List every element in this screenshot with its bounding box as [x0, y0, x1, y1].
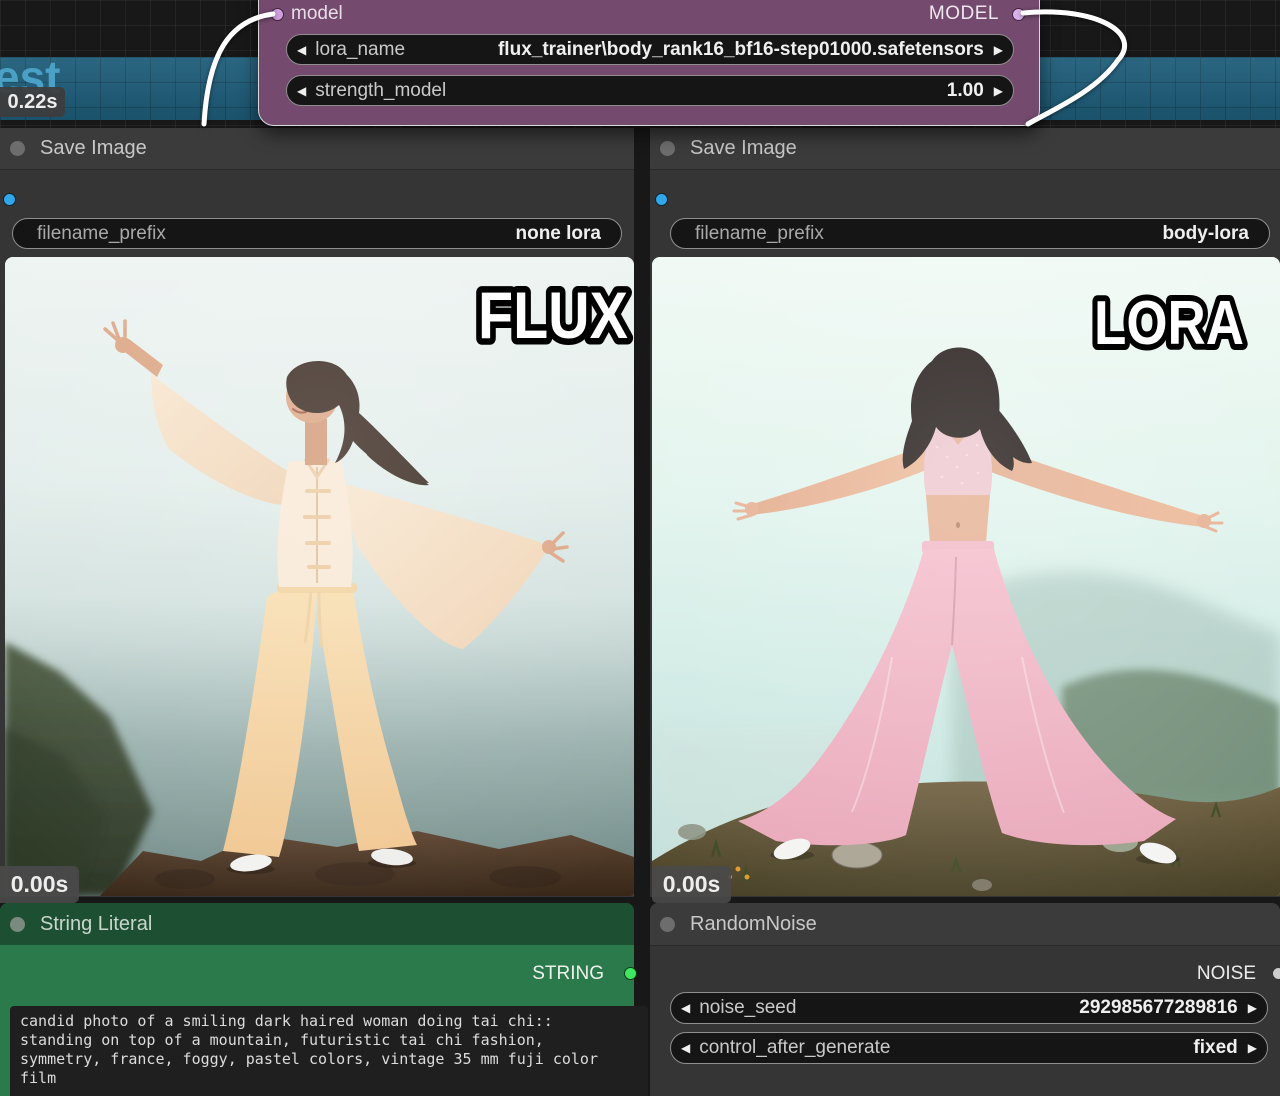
- collapse-dot-icon[interactable]: [10, 141, 25, 156]
- images-input-port-right[interactable]: [655, 193, 668, 206]
- widget-value: flux_trainer\body_rank16_bf16-step01000.…: [497, 38, 984, 60]
- images-input-port-left[interactable]: [3, 193, 16, 206]
- widget-value: 1.00: [946, 79, 984, 101]
- left-image-timer-badge: 0.00s: [0, 866, 79, 903]
- lora-image-scene: [652, 257, 1280, 896]
- lora-loader-node[interactable]: model MODEL ◀ lora_name flux_trainer\bod…: [258, 0, 1040, 126]
- widget-value: none lora: [515, 222, 601, 244]
- widget-control-after-generate[interactable]: ◀ control_after_generate fixed ▶: [670, 1032, 1268, 1064]
- string-output-label: STRING: [532, 963, 604, 984]
- increment-arrow-icon[interactable]: ▶: [1248, 1002, 1257, 1014]
- widget-name: noise_seed: [699, 997, 797, 1018]
- comfyui-canvas: est 0.22s model MODEL ◀ lora_name flux_t…: [0, 0, 1280, 1096]
- decrement-arrow-icon[interactable]: ◀: [297, 85, 306, 97]
- widget-filename-prefix-left[interactable]: filename_prefix none lora: [12, 218, 622, 249]
- decrement-arrow-icon[interactable]: ◀: [681, 1002, 690, 1014]
- increment-arrow-icon[interactable]: ▶: [994, 85, 1003, 97]
- widget-name: strength_model: [315, 79, 447, 101]
- decrement-arrow-icon[interactable]: ◀: [681, 1042, 690, 1054]
- collapse-dot-icon[interactable]: [10, 917, 25, 932]
- collapse-dot-icon[interactable]: [660, 917, 675, 932]
- widget-name: filename_prefix: [37, 222, 166, 244]
- string-output-port[interactable]: [624, 967, 637, 980]
- increment-arrow-icon[interactable]: ▶: [1248, 1042, 1257, 1054]
- model-input-label: model: [291, 3, 343, 24]
- node-header[interactable]: Save Image: [650, 128, 1280, 170]
- flux-image-scene: [5, 257, 634, 896]
- increment-arrow-icon[interactable]: ▶: [994, 44, 1003, 56]
- right-image-timer-badge: 0.00s: [652, 866, 731, 903]
- node-header[interactable]: Save Image: [0, 128, 634, 170]
- prompt-text-area[interactable]: candid photo of a smiling dark haired wo…: [10, 1006, 648, 1096]
- node-title: String Literal: [40, 913, 153, 935]
- node-title: RandomNoise: [690, 913, 817, 935]
- random-noise-node[interactable]: RandomNoise NOISE ◀ noise_seed 292985677…: [650, 903, 1280, 1096]
- node-header[interactable]: String Literal: [0, 903, 634, 945]
- string-literal-node[interactable]: String Literal STRING candid photo of a …: [0, 903, 648, 1096]
- widget-filename-prefix-right[interactable]: filename_prefix body-lora: [670, 218, 1270, 249]
- node-title: Save Image: [40, 137, 147, 159]
- widget-name: lora_name: [315, 38, 406, 60]
- execution-time-badge: 0.22s: [0, 87, 65, 117]
- model-input-port[interactable]: [271, 8, 284, 21]
- noise-output-label: NOISE: [1196, 963, 1256, 984]
- generated-image-lora[interactable]: LORA: [652, 257, 1280, 896]
- decrement-arrow-icon[interactable]: ◀: [297, 44, 306, 56]
- node-title: Save Image: [690, 137, 797, 159]
- widget-value: fixed: [1193, 1037, 1238, 1058]
- model-output-label: MODEL: [928, 3, 999, 24]
- widget-lora-name[interactable]: ◀ lora_name flux_trainer\body_rank16_bf1…: [286, 34, 1014, 65]
- noise-output-port[interactable]: [1272, 967, 1280, 980]
- collapse-dot-icon[interactable]: [660, 141, 675, 156]
- widget-value: 292985677289816: [1079, 997, 1238, 1018]
- widget-strength-model[interactable]: ◀ strength_model 1.00 ▶: [286, 75, 1014, 106]
- widget-value: body-lora: [1162, 222, 1249, 244]
- widget-noise-seed[interactable]: ◀ noise_seed 292985677289816 ▶: [670, 992, 1268, 1024]
- widget-name: control_after_generate: [699, 1037, 891, 1058]
- generated-image-flux[interactable]: FLUX: [5, 257, 634, 896]
- widget-name: filename_prefix: [695, 222, 824, 244]
- node-header[interactable]: RandomNoise: [650, 903, 1280, 946]
- model-output-port[interactable]: [1012, 8, 1025, 21]
